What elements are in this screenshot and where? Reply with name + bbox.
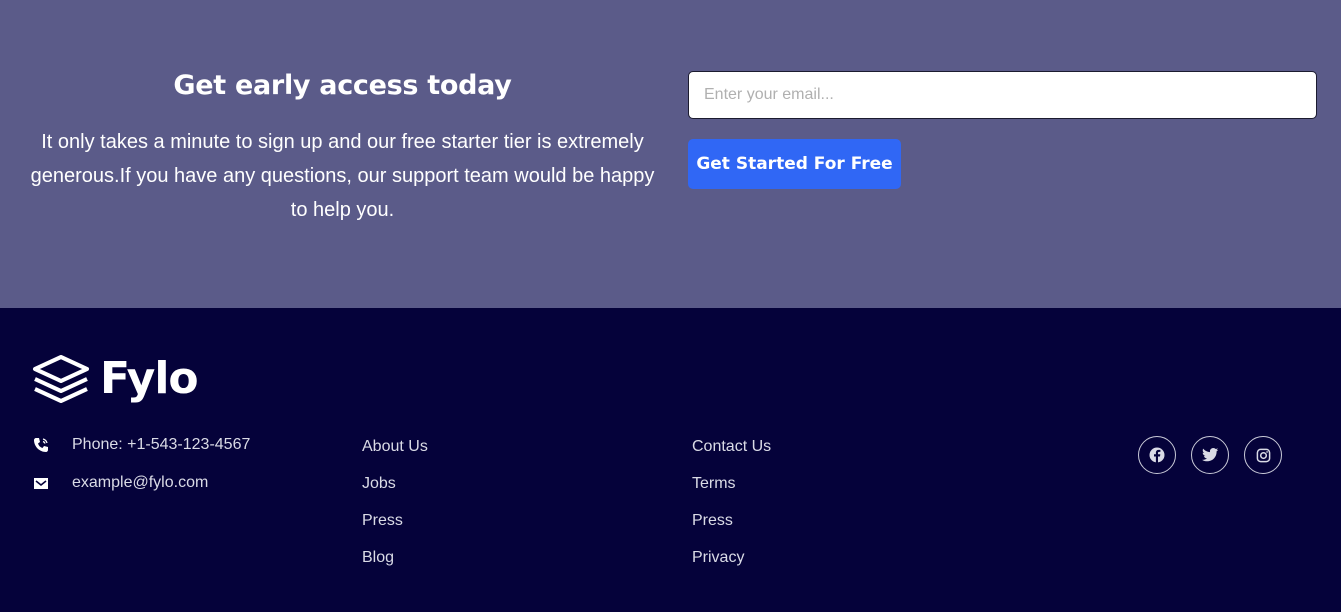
early-access-section: Get early access today It only takes a m…: [0, 0, 1341, 308]
email-row: example@fylo.com: [32, 474, 208, 492]
early-access-title: Get early access today: [173, 70, 512, 101]
footer-link-press[interactable]: Press: [362, 510, 428, 547]
footer-link-privacy[interactable]: Privacy: [692, 547, 771, 584]
social-links: [1138, 436, 1282, 474]
facebook-icon[interactable]: [1138, 436, 1176, 474]
early-access-copy: Get early access today It only takes a m…: [30, 70, 655, 227]
fylo-logo[interactable]: Fylo: [32, 353, 199, 404]
footer-link-terms[interactable]: Terms: [692, 473, 771, 510]
footer-links-column-2: Contact Us Terms Press Privacy: [692, 436, 771, 584]
footer-link-jobs[interactable]: Jobs: [362, 473, 428, 510]
footer-link-blog[interactable]: Blog: [362, 547, 428, 584]
footer-link-press-2[interactable]: Press: [692, 510, 771, 547]
instagram-icon[interactable]: [1244, 436, 1282, 474]
email-text[interactable]: example@fylo.com: [72, 474, 208, 492]
phone-text: Phone: +1-543-123-4567: [72, 436, 251, 453]
footer: Fylo Phone: +1-543-123-4567 example@fylo…: [0, 308, 1341, 612]
early-access-text: It only takes a minute to sign up and ou…: [30, 131, 655, 221]
phone-icon: [32, 436, 50, 454]
footer-links-column-1: About Us Jobs Press Blog: [362, 436, 428, 584]
footer-link-contact-us[interactable]: Contact Us: [692, 436, 771, 473]
footer-link-about-us[interactable]: About Us: [362, 436, 428, 473]
logo-text: Fylo: [100, 353, 199, 404]
layers-logo-icon: [33, 354, 89, 403]
mail-icon: [32, 474, 50, 492]
twitter-icon[interactable]: [1191, 436, 1229, 474]
phone-row: Phone: +1-543-123-4567: [32, 436, 250, 454]
get-started-button[interactable]: Get Started For Free: [688, 139, 901, 189]
email-input[interactable]: [688, 71, 1317, 119]
